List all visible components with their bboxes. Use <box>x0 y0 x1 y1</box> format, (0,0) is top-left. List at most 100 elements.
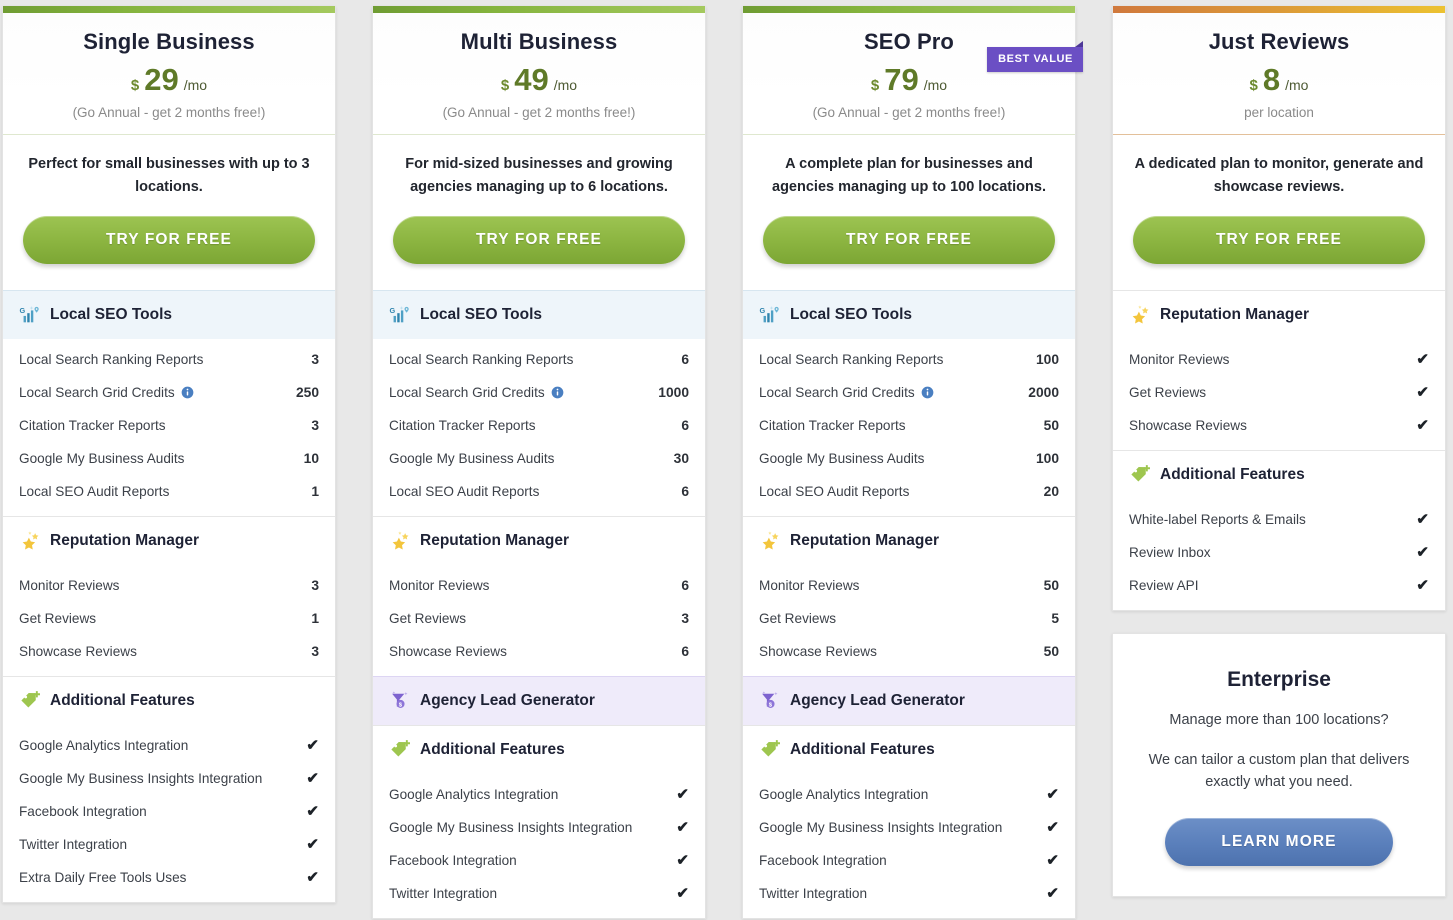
plan-description: A dedicated plan to monitor, generate an… <box>1133 153 1425 198</box>
section-header-additional: Additional Features <box>1113 450 1445 499</box>
plan-price: $ 49 /mo <box>391 64 687 95</box>
feature-row: Citation Tracker Reports 6 <box>373 409 705 442</box>
section-title: Local SEO Tools <box>790 306 912 324</box>
check-icon: ✔ <box>306 804 319 819</box>
section-rows: Local Search Ranking Reports 6 Local Sea… <box>373 339 705 516</box>
plan-name: Single Business <box>21 29 317 55</box>
check-icon: ✔ <box>1416 578 1429 593</box>
feature-row: Review Inbox ✔ <box>1113 536 1445 569</box>
feature-label-wrap: Google Analytics Integration <box>389 787 558 802</box>
feature-row: Showcase Reviews 3 <box>3 635 335 668</box>
feature-value: 50 <box>1044 578 1059 593</box>
feature-label: Google Analytics Integration <box>389 787 558 802</box>
section-title: Local SEO Tools <box>420 306 542 324</box>
feature-row: Twitter Integration ✔ <box>3 828 335 861</box>
feature-label: Google My Business Insights Integration <box>759 820 1002 835</box>
feature-label: Facebook Integration <box>759 853 887 868</box>
check-icon: ✔ <box>1046 886 1059 901</box>
feature-label-wrap: Local Search Grid Credits <box>19 385 194 400</box>
feature-value: 50 <box>1044 644 1059 659</box>
section-header-lead: $ Agency Lead Generator <box>373 676 705 725</box>
price-amount: 8 <box>1263 64 1280 95</box>
feature-label: Review API <box>1129 578 1199 593</box>
feature-label: Local Search Grid Credits <box>389 385 545 400</box>
feature-row: Local Search Ranking Reports 100 <box>743 343 1075 376</box>
feature-row: Google My Business Insights Integration … <box>743 811 1075 844</box>
check-icon: ✔ <box>1416 418 1429 433</box>
info-circle-icon[interactable] <box>551 386 564 399</box>
feature-value: 30 <box>674 451 689 466</box>
try-for-free-button[interactable]: TRY FOR FREE <box>23 216 315 264</box>
section-header-reputation: Reputation Manager <box>3 516 335 565</box>
feature-value: 250 <box>296 385 319 400</box>
price-period: /mo <box>554 77 577 93</box>
plan-header: SEO Pro $ 79 /mo (Go Annual - get 2 mont… <box>743 13 1075 135</box>
plan-column-3: Just Reviews $ 8 /mo per location A dedi… <box>1112 6 1446 897</box>
plan-name: Multi Business <box>391 29 687 55</box>
section-title: Local SEO Tools <box>50 306 172 324</box>
section-title: Reputation Manager <box>50 532 199 550</box>
feature-value: 1 <box>311 484 319 499</box>
plan-column-2: BEST VALUE SEO Pro $ 79 /mo (Go Annual -… <box>742 6 1076 919</box>
plan-column-0: Single Business $ 29 /mo (Go Annual - ge… <box>2 6 336 903</box>
enterprise-title: Enterprise <box>1137 668 1421 692</box>
enterprise-card: Enterprise Manage more than 100 location… <box>1112 633 1446 896</box>
feature-value: 3 <box>311 578 319 593</box>
svg-text:G: G <box>389 306 395 315</box>
plan-description: A complete plan for businesses and agenc… <box>763 153 1055 198</box>
plan-column-1: Multi Business $ 49 /mo (Go Annual - get… <box>372 6 706 919</box>
section-header-additional: Additional Features <box>743 725 1075 774</box>
price-note: (Go Annual - get 2 months free!) <box>21 105 317 120</box>
feature-row: Facebook Integration ✔ <box>743 844 1075 877</box>
feature-row: Google My Business Insights Integration … <box>3 762 335 795</box>
feature-label-wrap: Google My Business Audits <box>389 451 554 466</box>
feature-label: Showcase Reviews <box>759 644 877 659</box>
currency-symbol: $ <box>1250 77 1258 94</box>
learn-more-button[interactable]: LEARN MORE <box>1165 818 1393 866</box>
try-for-free-button[interactable]: TRY FOR FREE <box>393 216 685 264</box>
try-for-free-button[interactable]: TRY FOR FREE <box>1133 216 1425 264</box>
feature-row: Local Search Grid Credits 250 <box>3 376 335 409</box>
section-title: Additional Features <box>50 692 195 710</box>
feature-label-wrap: Local SEO Audit Reports <box>19 484 169 499</box>
feature-label-wrap: Extra Daily Free Tools Uses <box>19 870 186 885</box>
tag-plus-icon <box>19 690 41 712</box>
feature-row: Twitter Integration ✔ <box>373 877 705 910</box>
price-note: (Go Annual - get 2 months free!) <box>391 105 687 120</box>
check-icon: ✔ <box>1046 820 1059 835</box>
feature-label-wrap: Local Search Grid Credits <box>389 385 564 400</box>
best-value-badge: BEST VALUE <box>987 47 1083 72</box>
plan-header: Single Business $ 29 /mo (Go Annual - ge… <box>3 13 335 135</box>
check-icon: ✔ <box>676 787 689 802</box>
feature-row: Local SEO Audit Reports 1 <box>3 475 335 508</box>
feature-value: 3 <box>311 418 319 433</box>
info-circle-icon[interactable] <box>921 386 934 399</box>
feature-label: Get Reviews <box>759 611 836 626</box>
feature-row: Showcase Reviews 50 <box>743 635 1075 668</box>
svg-text:G: G <box>759 306 765 315</box>
feature-label: Local Search Ranking Reports <box>759 352 943 367</box>
plan-header: Just Reviews $ 8 /mo per location <box>1113 13 1445 135</box>
feature-row: Facebook Integration ✔ <box>3 795 335 828</box>
section-rows: Google Analytics Integration ✔ Google My… <box>373 774 705 918</box>
feature-label: Monitor Reviews <box>19 578 119 593</box>
feature-row: Citation Tracker Reports 50 <box>743 409 1075 442</box>
tag-plus-icon <box>759 739 781 761</box>
price-amount: 49 <box>514 64 548 95</box>
tag-plus-icon <box>1129 464 1151 486</box>
feature-label-wrap: Review API <box>1129 578 1199 593</box>
local-seo-bar-chart-icon: G <box>389 304 411 326</box>
feature-value: 3 <box>681 611 689 626</box>
check-icon: ✔ <box>1416 512 1429 527</box>
info-circle-icon[interactable] <box>181 386 194 399</box>
feature-label-wrap: Local Search Ranking Reports <box>19 352 203 367</box>
plan-cta-wrap: TRY FOR FREE <box>743 198 1075 290</box>
feature-label: Extra Daily Free Tools Uses <box>19 870 186 885</box>
feature-row: Local SEO Audit Reports 6 <box>373 475 705 508</box>
feature-label: Showcase Reviews <box>19 644 137 659</box>
feature-row: Get Reviews 3 <box>373 602 705 635</box>
plan-name: Just Reviews <box>1131 29 1427 55</box>
feature-label-wrap: Monitor Reviews <box>1129 352 1229 367</box>
feature-label-wrap: Google Analytics Integration <box>19 738 188 753</box>
try-for-free-button[interactable]: TRY FOR FREE <box>763 216 1055 264</box>
